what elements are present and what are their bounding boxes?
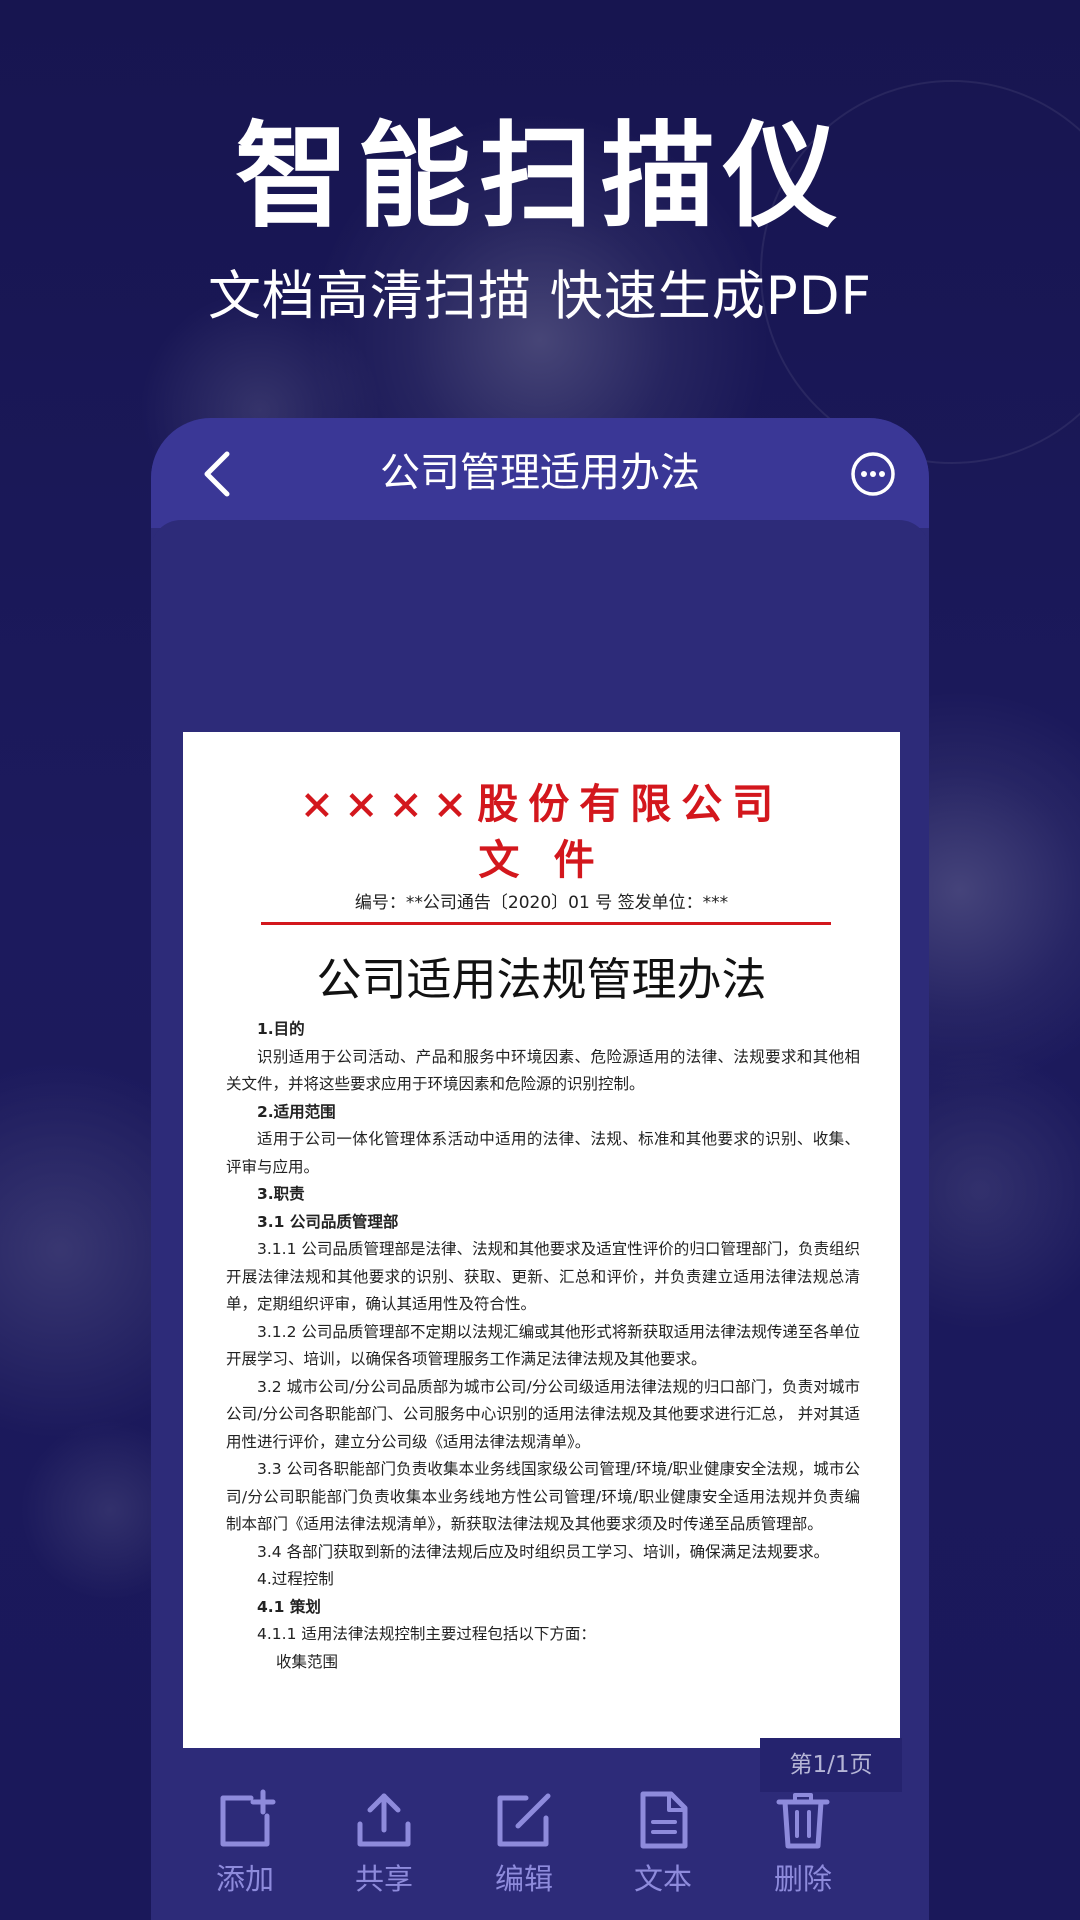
page-indicator: 第1/1页	[760, 1738, 902, 1792]
share-label: 共享	[354, 1862, 413, 1896]
document-viewer: ××××股份有限公司 文 件 编号：**公司通告〔2020〕01 号 签发单位：…	[151, 520, 929, 1920]
edit-label: 编辑	[494, 1862, 553, 1896]
hero-subtitle: 文档高清扫描 快速生成PDF	[207, 266, 873, 327]
text-button[interactable]: 文本	[593, 1788, 733, 1920]
document-section-heading: 3.1 公司品质管理部	[257, 1212, 399, 1231]
document-paragraph: 适用于公司一体化管理体系活动中适用的法律、法规、标准和其他要求的识别、收集、评审…	[226, 1130, 860, 1176]
document-paragraph: 3.1.2 公司品质管理部不定期以法规汇编或其他形式将新获取适用法律法规传递至各…	[226, 1322, 860, 1369]
document-paragraph: 3.4 各部门获取到新的法律法规后应及时组织员工学习、培训，确保满足法规要求。	[257, 1542, 830, 1561]
hero-title: 智能扫描仪	[234, 110, 845, 243]
document-paragraph: 4.过程控制	[257, 1570, 334, 1588]
document-heading: 公司适用法规管理办法	[316, 953, 767, 1006]
app-screen: 公司管理适用办法 ××××股份有限公司 文 件 编号：**公司通告〔2020〕0…	[151, 418, 929, 1920]
document-title: 公司管理适用办法	[380, 450, 700, 496]
delete-label: 删除	[773, 1862, 832, 1896]
add-button[interactable]: 添加	[175, 1788, 315, 1920]
document-paragraph: 3.2 城市公司/分公司品质部为城市公司/分公司级适用法律法规的归口部门，负责对…	[226, 1377, 860, 1451]
bottom-toolbar: 添加 共享 编辑 文本 删除	[151, 1788, 929, 1920]
document-paragraph: 4.1.1 适用法律法规控制主要过程包括以下方面：	[257, 1625, 596, 1643]
document-paragraph: 3.3 公司各职能部门负责收集本业务线国家级公司管理/环境/职业健康安全法规，城…	[226, 1460, 860, 1533]
document-paragraph: 识别适用于公司活动、产品和服务中环境因素、危险源适用的法律、法规要求和其他相关文…	[226, 1047, 860, 1094]
add-page-icon	[220, 1789, 276, 1847]
scanned-document-page[interactable]: ××××股份有限公司 文 件 编号：**公司通告〔2020〕01 号 签发单位：…	[183, 732, 900, 1748]
share-icon	[357, 1793, 411, 1847]
document-section-heading: 3.职责	[257, 1185, 305, 1203]
document-paragraph: 收集范围	[276, 1652, 339, 1671]
delete-button[interactable]: 删除	[733, 1788, 873, 1920]
more-dots-icon	[851, 452, 895, 496]
more-options-button[interactable]	[849, 450, 897, 498]
app-header: 公司管理适用办法	[151, 418, 929, 528]
document-file-number: 编号：**公司通告〔2020〕01 号 签发单位：***	[354, 893, 729, 913]
text-label: 文本	[633, 1862, 692, 1896]
edit-button[interactable]: 编辑	[454, 1788, 594, 1920]
document-file-label: 文 件	[478, 836, 605, 884]
trash-icon	[776, 1793, 830, 1849]
text-document-icon	[640, 1791, 688, 1849]
document-red-divider	[261, 922, 831, 925]
document-company-name: ××××股份有限公司	[299, 780, 784, 828]
share-button[interactable]: 共享	[314, 1788, 454, 1920]
document-body: 1.目的识别适用于公司活动、产品和服务中环境因素、危险源适用的法律、法规要求和其…	[226, 1016, 860, 1676]
document-section-heading: 1.目的	[257, 1020, 305, 1038]
add-label: 添加	[215, 1862, 274, 1896]
document-section-heading: 2.适用范围	[257, 1102, 336, 1121]
document-paragraph: 3.1.1 公司品质管理部是法律、法规和其他要求及适宜性评价的归口管理部门，负责…	[226, 1240, 860, 1313]
edit-icon	[497, 1793, 551, 1847]
document-section-heading: 4.1 策划	[257, 1597, 321, 1616]
